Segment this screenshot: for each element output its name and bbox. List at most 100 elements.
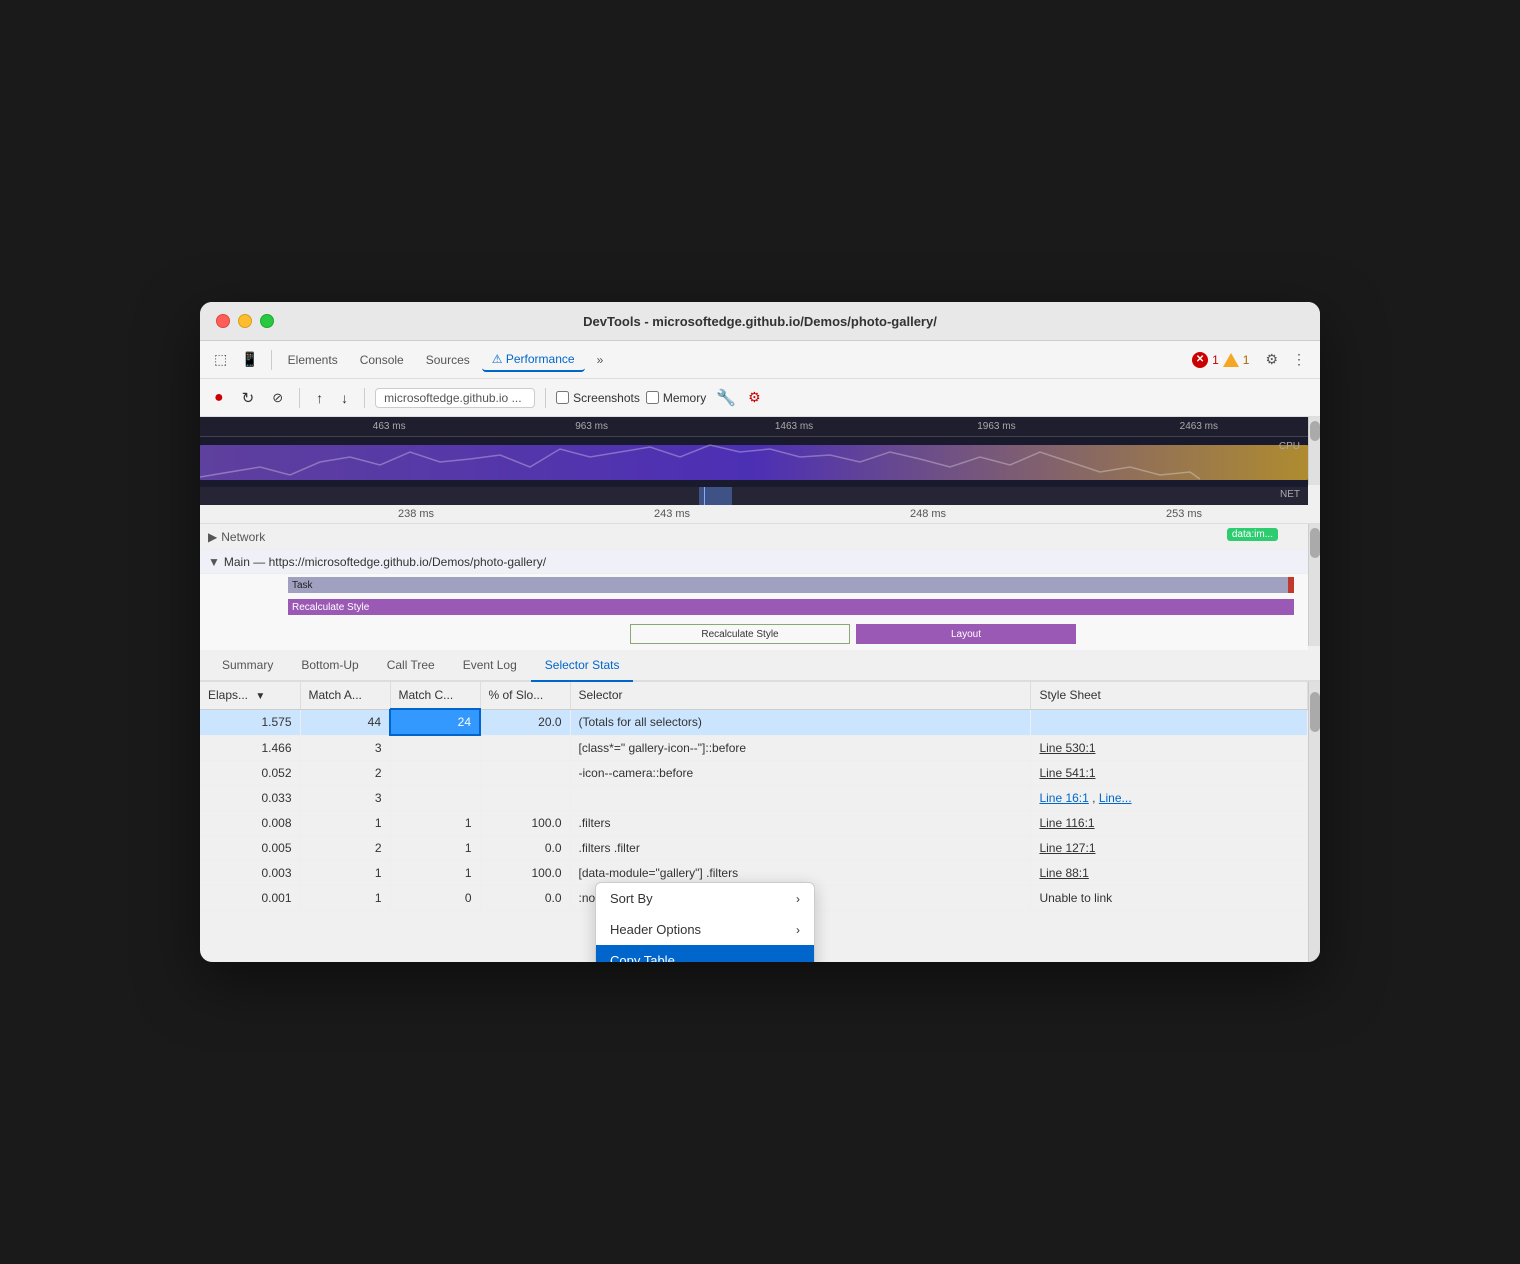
- record-button[interactable]: ●: [208, 386, 230, 410]
- bottom-time-labels: 238 ms 243 ms 248 ms 253 ms: [200, 505, 1320, 524]
- tab-more[interactable]: »: [587, 349, 614, 371]
- net-visualization: NET: [200, 487, 1308, 505]
- th-elapsed[interactable]: Elaps... ▼: [200, 682, 300, 709]
- tracks-scrollbar-thumb[interactable]: [1310, 528, 1320, 558]
- tracks-scrollbar[interactable]: [1308, 524, 1320, 646]
- cell-sheet-2[interactable]: Line 541:1: [1031, 760, 1308, 785]
- bottom-ms-2: 248 ms: [800, 508, 1056, 520]
- ms-label-1: 963 ms: [490, 421, 692, 432]
- header-options-chevron-icon: ›: [796, 923, 800, 937]
- bottom-ms-1: 243 ms: [544, 508, 800, 520]
- menu-item-copy-table[interactable]: Copy Table: [596, 945, 814, 962]
- th-pct-slow[interactable]: % of Slo...: [480, 682, 570, 709]
- reload-button[interactable]: ↻: [236, 386, 261, 410]
- download-button[interactable]: ↓: [335, 387, 354, 409]
- cell-selector-4: .filters: [570, 810, 1031, 835]
- mini-layout-label: Layout: [951, 629, 981, 640]
- cell-sheet-6[interactable]: Line 88:1: [1031, 860, 1308, 885]
- cell-sheet-5[interactable]: Line 127:1: [1031, 835, 1308, 860]
- cell-match-a-5: 2: [300, 835, 390, 860]
- menu-item-header-options[interactable]: Header Options ›: [596, 914, 814, 945]
- cpu-label: CPU: [1279, 441, 1300, 452]
- tab-sources[interactable]: Sources: [416, 349, 480, 371]
- tab-event-log[interactable]: Event Log: [449, 650, 531, 682]
- maximize-button[interactable]: [260, 314, 274, 328]
- sheet-link-3b[interactable]: Line...: [1099, 791, 1132, 805]
- tabs-bar: Summary Bottom-Up Call Tree Event Log Se…: [200, 650, 1320, 682]
- upload-button[interactable]: ↑: [310, 387, 329, 409]
- recalc-label: Recalculate Style: [292, 602, 369, 613]
- more-options-icon[interactable]: ⋮: [1286, 347, 1312, 372]
- devtools-window: DevTools - microsoftedge.github.io/Demos…: [200, 302, 1320, 962]
- perf-gear-icon[interactable]: 🔧: [716, 388, 736, 408]
- timeline-scrollbar[interactable]: [1308, 417, 1320, 485]
- task-bar: Task: [288, 577, 1294, 593]
- table-row[interactable]: 1.466 3 [class*=" gallery-icon--"]::befo…: [200, 735, 1308, 760]
- perf-toolbar: ● ↻ ⊘ ↑ ↓ microsoftedge.github.io ... Sc…: [200, 379, 1320, 417]
- tab-call-tree[interactable]: Call Tree: [373, 650, 449, 682]
- tab-summary[interactable]: Summary: [208, 650, 287, 682]
- tab-bottom-up[interactable]: Bottom-Up: [287, 650, 372, 682]
- cell-match-a-7: 1: [300, 885, 390, 910]
- table-row[interactable]: 0.005 2 1 0.0 .filters .filter Line 127:…: [200, 835, 1308, 860]
- minimize-button[interactable]: [238, 314, 252, 328]
- close-button[interactable]: [216, 314, 230, 328]
- mini-recalc-bar: Recalculate Style: [630, 624, 850, 644]
- tab-selector-stats[interactable]: Selector Stats: [531, 650, 634, 682]
- cell-match-c-4: 1: [390, 810, 480, 835]
- table-row[interactable]: 0.033 3 Line 16:1 , Line...: [200, 785, 1308, 810]
- timeline-scrollbar-thumb[interactable]: [1310, 421, 1320, 441]
- table-row[interactable]: 1.575 44 24 20.0 (Totals for all selecto…: [200, 709, 1308, 735]
- cell-match-c-3: [390, 785, 480, 810]
- bottom-ms-3: 253 ms: [1056, 508, 1312, 520]
- cell-pct-2: [480, 760, 570, 785]
- perf-settings-icon[interactable]: ⚙: [742, 385, 767, 410]
- cell-match-c-7: 0: [390, 885, 480, 910]
- timeline-area: 463 ms 963 ms 1463 ms 1963 ms 2463 ms: [200, 417, 1320, 505]
- th-match-c[interactable]: Match C...: [390, 682, 480, 709]
- cell-sheet-7: Unable to link: [1031, 885, 1308, 910]
- table-row[interactable]: 0.052 2 -icon--camera::before Line 541:1: [200, 760, 1308, 785]
- menu-item-sort-by[interactable]: Sort By ›: [596, 883, 814, 914]
- cell-match-c-1: [390, 735, 480, 760]
- cell-sheet-0: [1031, 709, 1308, 735]
- tab-performance[interactable]: ⚠ Performance: [482, 348, 585, 372]
- cell-pct-0: 20.0: [480, 709, 570, 735]
- th-style-sheet[interactable]: Style Sheet: [1031, 682, 1308, 709]
- th-match-a[interactable]: Match A...: [300, 682, 390, 709]
- window-title: DevTools - microsoftedge.github.io/Demos…: [583, 314, 937, 329]
- table-row[interactable]: 0.008 1 1 100.0 .filters Line 116:1: [200, 810, 1308, 835]
- clear-button[interactable]: ⊘: [266, 387, 289, 409]
- th-selector[interactable]: Selector: [570, 682, 1031, 709]
- net-label: NET: [1280, 489, 1300, 500]
- device-icon[interactable]: 📱: [235, 347, 264, 372]
- cell-selector-0: (Totals for all selectors): [570, 709, 1031, 735]
- cell-sheet-4[interactable]: Line 116:1: [1031, 810, 1308, 835]
- cell-pct-6: 100.0: [480, 860, 570, 885]
- tab-console[interactable]: Console: [350, 349, 414, 371]
- ms-label-0: 463 ms: [288, 421, 490, 432]
- table-scrollbar-thumb[interactable]: [1310, 692, 1320, 732]
- table-scrollbar[interactable]: [1308, 682, 1320, 962]
- sheet-link-3a[interactable]: Line 16:1: [1039, 791, 1088, 805]
- inspect-icon[interactable]: ⬚: [208, 347, 233, 372]
- titlebar: DevTools - microsoftedge.github.io/Demos…: [200, 302, 1320, 341]
- data-tag: data:im...: [1227, 528, 1278, 541]
- cell-match-a-2: 2: [300, 760, 390, 785]
- memory-checkbox[interactable]: Memory: [646, 391, 706, 405]
- settings-icon[interactable]: ⚙: [1259, 347, 1284, 372]
- cpu-chart: [200, 437, 1308, 487]
- network-expand-arrow[interactable]: ▶: [208, 530, 217, 544]
- main-expand-arrow[interactable]: ▼: [208, 555, 220, 569]
- screenshots-checkbox[interactable]: Screenshots: [556, 391, 640, 405]
- tab-elements[interactable]: Elements: [278, 349, 348, 371]
- cell-sheet-1[interactable]: Line 530:1: [1031, 735, 1308, 760]
- main-toolbar: ⬚ 📱 Elements Console Sources ⚠ Performan…: [200, 341, 1320, 379]
- cpu-visualization: CPU: [200, 437, 1308, 487]
- mini-recalc-label: Recalculate Style: [701, 629, 778, 640]
- network-track-row: ▶ Network data:im...: [200, 524, 1308, 550]
- cell-pct-3: [480, 785, 570, 810]
- cell-match-a-1: 3: [300, 735, 390, 760]
- cell-pct-1: [480, 735, 570, 760]
- main-thread-label: Main — https://microsoftedge.github.io/D…: [224, 555, 546, 569]
